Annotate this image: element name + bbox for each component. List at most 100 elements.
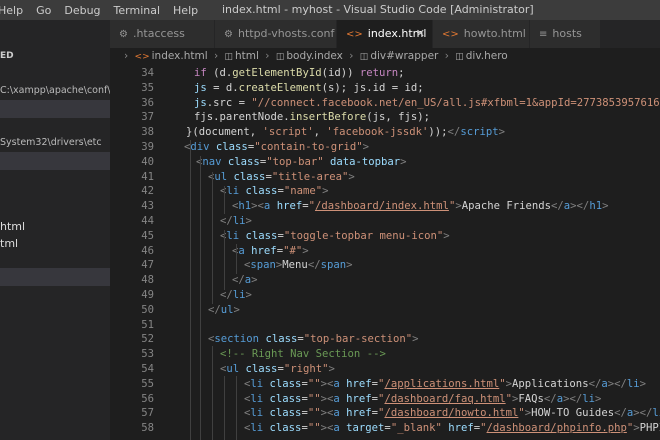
sidebar-path-apache[interactable]: C:\xampp\apache\conf\... bbox=[0, 84, 110, 98]
line-number: 51 bbox=[141, 318, 154, 331]
line-number: 50 bbox=[141, 303, 154, 316]
code-text: if (d.getElementById(id)) return; bbox=[194, 67, 405, 79]
gear-icon: ⚙ bbox=[224, 29, 233, 40]
code-line[interactable]: 43 <h1><a href="/dashboard/index.html">Ap… bbox=[110, 199, 660, 214]
code-line[interactable]: 44 </li> bbox=[110, 214, 660, 229]
code-text: <span>Menu</span> bbox=[244, 259, 353, 272]
code-line[interactable]: 42 <li class="name"> bbox=[110, 184, 660, 199]
code-text: fjs.parentNode.insertBefore(js, fjs); bbox=[194, 111, 430, 124]
code-text: <li class=""><a href="/applications.html… bbox=[244, 377, 647, 390]
tab-hosts[interactable]: ≡ hosts bbox=[530, 20, 601, 48]
line-number: 40 bbox=[141, 155, 154, 168]
code-line[interactable]: 41 <ul class="title-area"> bbox=[110, 170, 660, 185]
code-text: </ul> bbox=[208, 303, 240, 316]
code-text: <div class="contain-to-grid"> bbox=[184, 141, 370, 153]
sidebar-selected-row[interactable] bbox=[0, 152, 110, 170]
line-number: 48 bbox=[141, 274, 154, 287]
breadcrumb-item[interactable]: ◫ div#wrapper bbox=[360, 48, 439, 64]
indent-guide bbox=[224, 186, 225, 214]
sidebar-file-item[interactable]: tml bbox=[0, 237, 110, 251]
code-text: </li> bbox=[220, 215, 252, 227]
line-number: 49 bbox=[141, 289, 154, 301]
window-title: index.html - myhost - Visual Studio Code… bbox=[222, 3, 534, 16]
line-number: 56 bbox=[141, 392, 154, 405]
element-icon: ◫ bbox=[359, 52, 369, 62]
code-line[interactable]: 49 </li> bbox=[110, 288, 660, 303]
html-icon: <> bbox=[346, 29, 363, 40]
code-line[interactable]: 47 <span>Menu</span> bbox=[110, 258, 660, 273]
indent-guide bbox=[212, 172, 213, 304]
tab-label: howto.html bbox=[463, 27, 526, 40]
tab-howto-html[interactable]: <> howto.html bbox=[433, 20, 530, 48]
tab-httpd-vhosts[interactable]: ⚙ httpd-vhosts.conf bbox=[215, 20, 337, 48]
menu-item-go[interactable]: Go bbox=[36, 4, 51, 17]
line-number: 45 bbox=[141, 229, 154, 242]
menu-item-help[interactable]: Help bbox=[173, 4, 198, 17]
code-text: </li> bbox=[220, 289, 252, 301]
code-line[interactable]: 34 if (d.getElementById(id)) return; bbox=[110, 66, 660, 81]
code-line[interactable]: 50 </ul> bbox=[110, 303, 660, 318]
title-bar: Help Go Debug Terminal Help index.html -… bbox=[0, 0, 660, 20]
indent-guide bbox=[224, 376, 225, 440]
close-icon[interactable]: ✕ bbox=[416, 20, 425, 48]
line-number: 34 bbox=[141, 67, 154, 79]
sidebar-header: ED bbox=[0, 51, 14, 61]
code-line[interactable]: 39 <div class="contain-to-grid"> bbox=[110, 140, 660, 155]
code-line[interactable]: 35 js = d.createElement(s); js.id = id; bbox=[110, 81, 660, 96]
indent-guide bbox=[224, 230, 225, 290]
breadcrumb-item[interactable]: ◫ div.hero bbox=[455, 48, 507, 64]
code-line[interactable]: 53 <!-- Right Nav Section --> bbox=[110, 347, 660, 362]
sidebar-path-etc[interactable]: System32\drivers\etc bbox=[0, 136, 110, 150]
breadcrumb-item[interactable]: ◫ html bbox=[225, 48, 259, 64]
code-line[interactable]: 36 js.src = "//connect.facebook.net/en_US… bbox=[110, 96, 660, 111]
line-number: 53 bbox=[141, 348, 154, 361]
code-editor[interactable]: 34 if (d.getElementById(id)) return; 35 js … bbox=[110, 64, 660, 440]
code-line[interactable]: 38}(document, 'script', 'facebook-jssdk'… bbox=[110, 125, 660, 140]
code-text: <ul class="right"> bbox=[220, 363, 335, 375]
indent-guide bbox=[190, 140, 191, 440]
indent-guide bbox=[236, 244, 237, 274]
code-line[interactable]: 48 </a> bbox=[110, 273, 660, 288]
line-number: 58 bbox=[141, 422, 154, 435]
sidebar-file-item[interactable]: html bbox=[0, 220, 110, 234]
code-line[interactable]: 51 bbox=[110, 318, 660, 333]
line-number: 37 bbox=[141, 111, 154, 124]
code-text: js.src = "//connect.facebook.net/en_US/a… bbox=[194, 96, 660, 109]
code-text: <a href="#"> bbox=[232, 244, 309, 257]
code-text: js = d.createElement(s); js.id = id; bbox=[194, 81, 424, 94]
code-text: <!-- Right Nav Section --> bbox=[220, 348, 386, 361]
code-line[interactable]: 58 <li class=""><a target="_blank" href="… bbox=[110, 421, 660, 436]
code-line[interactable]: 46 <a href="#"> bbox=[110, 244, 660, 259]
code-line[interactable]: 40 <nav class="top-bar" data-topbar> bbox=[110, 155, 660, 170]
code-line[interactable]: 55 <li class=""><a href="/applications.ht… bbox=[110, 377, 660, 392]
sidebar-selected-row[interactable] bbox=[0, 100, 110, 118]
element-icon: ◫ bbox=[455, 52, 464, 62]
menu-item-help-left[interactable]: Help bbox=[0, 4, 23, 17]
tab-index-html[interactable]: <> index.html ✕ bbox=[337, 20, 433, 48]
code-line[interactable]: 52 <section class="top-bar-section"> bbox=[110, 332, 660, 347]
tab-htaccess[interactable]: ⚙ .htaccess bbox=[110, 20, 215, 48]
code-text: </a> bbox=[232, 274, 258, 287]
code-line[interactable]: 37 fjs.parentNode.insertBefore(js, fjs); bbox=[110, 110, 660, 125]
line-number: 41 bbox=[141, 170, 154, 183]
indent-guide bbox=[200, 156, 201, 440]
menu-item-terminal[interactable]: Terminal bbox=[114, 4, 161, 17]
element-icon: ◫ bbox=[224, 52, 234, 62]
menu-item-debug[interactable]: Debug bbox=[64, 4, 100, 17]
code-text: <li class="name"> bbox=[220, 185, 329, 198]
code-line[interactable]: 57 <li class=""><a href="/dashboard/howto… bbox=[110, 406, 660, 421]
breadcrumb-item[interactable]: ◫ body.index bbox=[276, 48, 343, 64]
code-line[interactable]: 56 <li class=""><a href="/dashboard/faq.h… bbox=[110, 392, 660, 407]
code-line[interactable]: 45 <li class="toggle-topbar menu-icon"> bbox=[110, 229, 660, 244]
line-number: 55 bbox=[141, 377, 154, 390]
editor-tab-bar: ⚙ .htaccess ⚙ httpd-vhosts.conf <> index.ht… bbox=[110, 20, 660, 48]
breadcrumb-item[interactable]: <> index.html bbox=[135, 48, 208, 64]
code-text: <li class=""><a target="_blank" href="/d… bbox=[244, 422, 660, 435]
line-number: 44 bbox=[141, 215, 154, 227]
chevron-right-icon: › bbox=[265, 50, 270, 62]
code-line[interactable]: 54 <ul class="right"> bbox=[110, 362, 660, 377]
line-number: 39 bbox=[141, 141, 154, 153]
sidebar-selected-row[interactable] bbox=[0, 268, 110, 286]
code-text: }(document, 'script', 'facebook-jssdk'))… bbox=[186, 126, 505, 139]
code-text: <section class="top-bar-section"> bbox=[208, 333, 419, 346]
